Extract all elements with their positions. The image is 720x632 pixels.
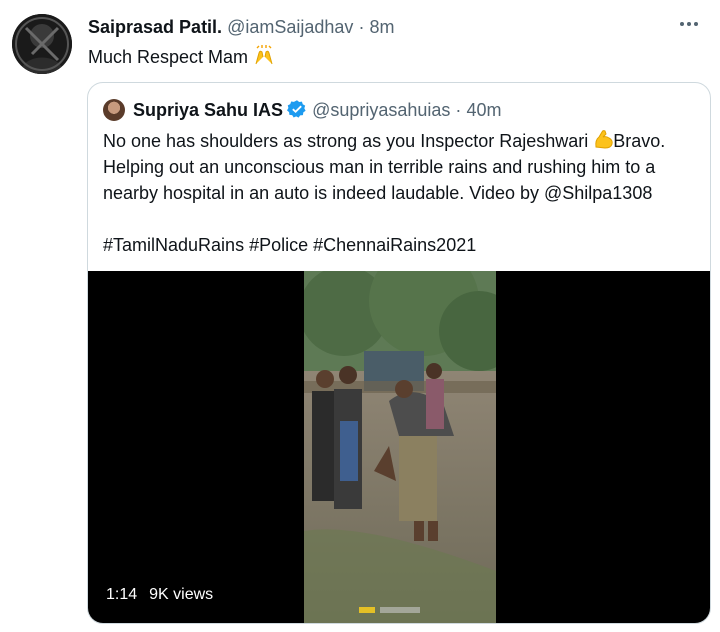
- quoted-tweet-text: No one has shoulders as strong as you In…: [103, 128, 703, 258]
- video-meta: 1:14 9K views: [106, 586, 213, 604]
- quoted-text-line: No one has shoulders as strong as you In…: [103, 131, 589, 151]
- author-handle[interactable]: @iamSaijadhav: [227, 17, 353, 37]
- more-options-icon[interactable]: [676, 14, 702, 34]
- quoted-text-line: Helping out an unconscious man in terrib…: [103, 157, 656, 177]
- quoted-text-line: nearby hospital in an auto is indeed lau…: [103, 183, 653, 203]
- separator: ·: [358, 17, 365, 37]
- quoted-tweet-time[interactable]: 40m: [466, 100, 501, 120]
- tweet-header: Saiprasad Patil. @iamSaijadhav · 8m: [88, 16, 394, 38]
- quoted-tweet-card[interactable]: Supriya Sahu IAS @supriyasahuias · 40m N…: [87, 82, 711, 624]
- author-name[interactable]: Saiprasad Patil.: [88, 17, 222, 37]
- verified-badge-icon: [287, 99, 307, 119]
- raised-hands-emoji: [253, 44, 273, 65]
- author-avatar[interactable]: [12, 14, 72, 74]
- hashtags[interactable]: #TamilNaduRains #Police #ChennaiRains202…: [103, 232, 703, 258]
- video-views: 9K views: [149, 586, 214, 603]
- tweet-time[interactable]: 8m: [369, 17, 394, 37]
- quoted-author-name[interactable]: Supriya Sahu IAS: [133, 100, 283, 120]
- quoted-author-handle[interactable]: @supriyasahuias: [312, 100, 450, 120]
- quoted-tweet-header: Supriya Sahu IAS @supriyasahuias · 40m: [133, 98, 501, 122]
- video-player[interactable]: 1:14 9K views: [88, 271, 710, 623]
- flexed-biceps-emoji: [593, 128, 613, 149]
- separator: ·: [455, 100, 462, 120]
- tweet-text: Much Respect Mam: [88, 44, 273, 68]
- video-duration: 1:14: [106, 586, 138, 603]
- quoted-text-line: Bravo.: [613, 131, 666, 151]
- video-thumbnail: [304, 271, 496, 623]
- quoted-author-avatar[interactable]: [103, 99, 125, 121]
- tweet-text-content: Much Respect Mam: [88, 47, 249, 67]
